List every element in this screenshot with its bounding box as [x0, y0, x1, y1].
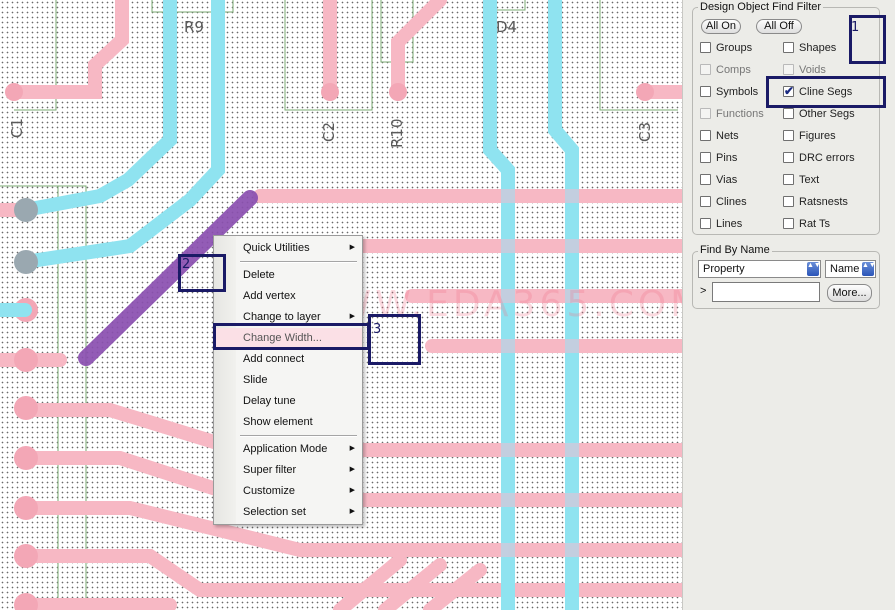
checkbox-box: [783, 64, 794, 75]
checkbox-box: [783, 42, 794, 53]
submenu-arrow-icon: ▶: [349, 508, 355, 515]
refdes-d4: D4: [496, 18, 518, 36]
dropdown-arrow-icon: ▲▼: [807, 262, 821, 276]
menu-item-label: Application Mode: [243, 443, 328, 455]
checkbox-label: Clines: [716, 196, 747, 208]
pcb-canvas[interactable]: R9 D4 C1 C2 R10 C3 WWW.EDA365.COM Quick …: [0, 0, 682, 610]
checkbox-box: [700, 130, 711, 141]
annotation-box-change-width: [213, 323, 370, 350]
checkbox-box: [700, 152, 711, 163]
checkbox-box: [783, 130, 794, 141]
checkbox-label: Vias: [716, 174, 738, 186]
submenu-arrow-icon: ▶: [349, 244, 355, 251]
checkbox-label: Other Segs: [799, 108, 855, 120]
checkbox-box: [783, 196, 794, 207]
checkbox-box: [700, 42, 711, 53]
menu-item-label: Add connect: [243, 353, 305, 365]
checkbox-label: Voids: [799, 64, 826, 76]
checkbox-box: ✔: [783, 84, 795, 98]
menu-item-customize[interactable]: Customize ▶: [215, 481, 362, 501]
checkbox-box: [783, 108, 794, 119]
refdes-c3: C3: [636, 121, 654, 142]
find-field-select[interactable]: Name ▲▼: [825, 260, 876, 278]
checkbox-box: [783, 152, 794, 163]
menu-separator: [240, 261, 357, 263]
menu-item-label: Add vertex: [243, 290, 296, 302]
find-type-value: Property: [703, 263, 745, 275]
submenu-arrow-icon: ▶: [349, 466, 355, 473]
menu-item-application-mode[interactable]: Application Mode ▶: [215, 439, 362, 459]
find-filter-panel: Design Object Find Filter All On All Off…: [682, 0, 895, 610]
menu-item-add-vertex[interactable]: Add vertex: [215, 286, 362, 306]
refdes-c2: C2: [320, 121, 338, 142]
checkbox-box: [700, 174, 711, 185]
menu-item-label: Quick Utilities: [243, 242, 310, 254]
checkbox-label: Ratsnests: [799, 196, 848, 208]
menu-item-label: Selection set: [243, 506, 306, 518]
find-prompt: >: [700, 285, 707, 297]
checkbox-box: [700, 108, 711, 119]
context-menu: Quick Utilities ▶ Delete Add vertex Chang…: [213, 235, 363, 525]
menu-item-super-filter[interactable]: Super filter ▶: [215, 460, 362, 480]
menu-item-slide[interactable]: Slide: [215, 370, 362, 390]
refdes-c1: C1: [8, 117, 26, 138]
find-type-select[interactable]: Property ▲▼: [698, 260, 821, 278]
dropdown-arrow-icon: ▲▼: [862, 262, 876, 276]
menu-item-quick-utilities[interactable]: Quick Utilities ▶: [215, 238, 362, 258]
submenu-arrow-icon: ▶: [349, 487, 355, 494]
checkbox-label: Rat Ts: [799, 218, 830, 230]
checkbox-label: Functions: [716, 108, 764, 120]
menu-separator: [240, 435, 357, 437]
menu-item-label: Customize: [243, 485, 295, 497]
checkbox-label: Figures: [799, 130, 836, 142]
menu-item-show-element[interactable]: Show element: [215, 412, 362, 432]
more-button[interactable]: More...: [827, 284, 872, 302]
all-on-button[interactable]: All On: [701, 19, 741, 34]
menu-item-label: Change to layer: [243, 311, 321, 323]
menu-item-label: Show element: [243, 416, 313, 428]
menu-item-delay-tune[interactable]: Delay tune: [215, 391, 362, 411]
checkbox-label: Cline Segs: [799, 86, 853, 98]
checkbox-label: Shapes: [799, 42, 837, 54]
refdes-r9: R9: [184, 18, 204, 36]
menu-item-label: Slide: [243, 374, 268, 386]
all-off-button[interactable]: All Off: [756, 19, 802, 34]
checkbox-box: [783, 218, 794, 229]
find-field-value: Name: [830, 263, 860, 275]
menu-item-add-connect[interactable]: Add connect: [215, 349, 362, 369]
annotation-number-2: 2: [182, 257, 191, 272]
checkbox-label: DRC errors: [799, 152, 855, 164]
annotation-number-3: 3: [373, 322, 382, 337]
checkbox-label: Comps: [716, 64, 751, 76]
checkbox-label: Lines: [716, 218, 743, 230]
checkbox-box: [700, 218, 711, 229]
checkbox-box: [700, 86, 711, 97]
menu-item-selection-set[interactable]: Selection set ▶: [215, 502, 362, 522]
checkbox-box: [700, 64, 711, 75]
annotation-number-1: 1: [851, 20, 860, 35]
find-by-name-input[interactable]: [712, 282, 820, 302]
check-mark-icon: ✔: [784, 84, 795, 98]
refdes-r10: R10: [388, 118, 406, 148]
checkbox-label: Nets: [716, 130, 739, 142]
checkbox-label: Text: [799, 174, 820, 186]
menu-item-label: Delete: [243, 269, 275, 281]
menu-item-label: Delay tune: [243, 395, 296, 407]
checkbox-label: Pins: [716, 152, 738, 164]
menu-item-label: Super filter: [243, 464, 297, 476]
checkbox-label: Symbols: [716, 86, 759, 98]
submenu-arrow-icon: ▶: [349, 445, 355, 452]
find-filter-title: Design Object Find Filter: [698, 1, 824, 14]
checkbox-box: [700, 196, 711, 207]
menu-item-delete[interactable]: Delete: [215, 265, 362, 285]
checkbox-box: [783, 174, 794, 185]
find-by-name-title: Find By Name: [698, 244, 772, 257]
checkbox-label: Groups: [716, 42, 753, 54]
